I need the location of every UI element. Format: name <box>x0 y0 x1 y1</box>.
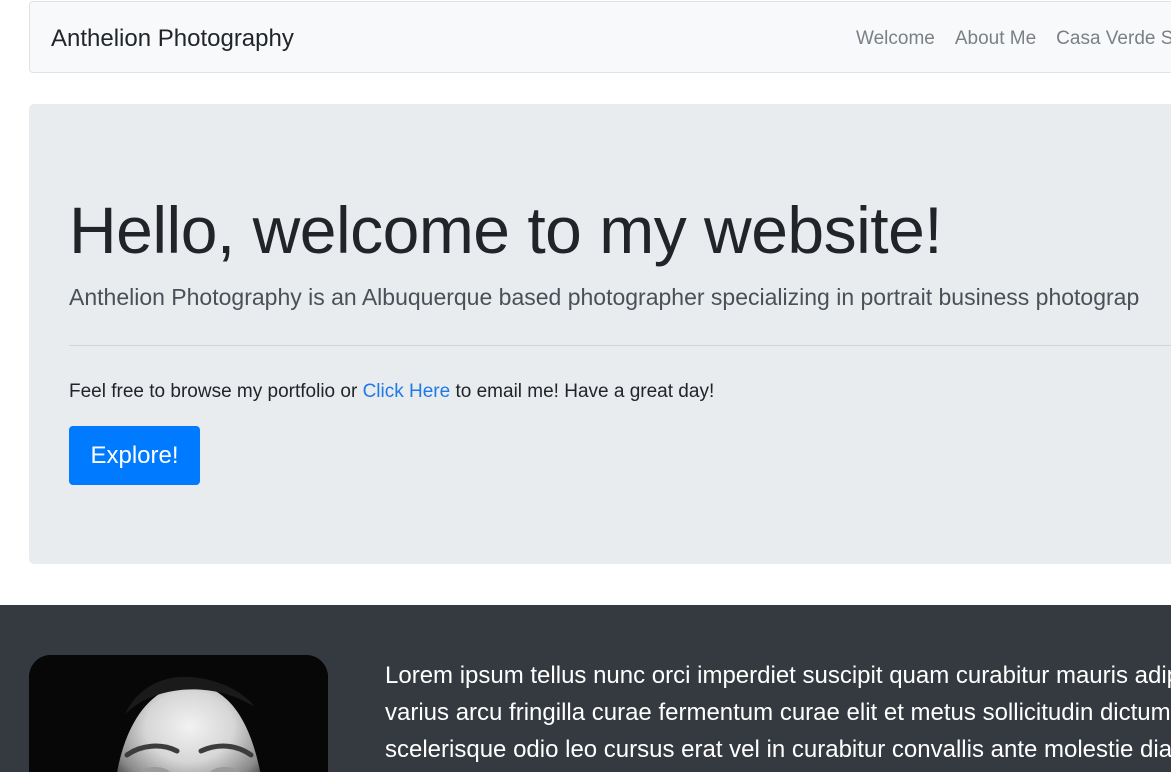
hero-jumbotron: Hello, welcome to my website! Anthelion … <box>29 104 1171 564</box>
about-text-line: Lorem ipsum tellus nunc orci imperdiet s… <box>385 662 1171 689</box>
hero-lead: Anthelion Photography is an Albuquerque … <box>69 284 1140 310</box>
about-text: Lorem ipsum tellus nunc orci imperdiet s… <box>385 657 1171 768</box>
hero-text-before-link: Feel free to browse my portfolio or <box>69 381 363 402</box>
nav-link-about-me[interactable]: About Me <box>955 27 1036 51</box>
about-text-line: scelerisque odio leo cursus erat vel in … <box>385 736 1171 763</box>
email-link[interactable]: Click Here <box>363 381 451 402</box>
explore-button[interactable]: Explore! <box>69 426 200 485</box>
nav-link-welcome[interactable]: Welcome <box>856 27 935 51</box>
about-text-line: varius arcu fringilla curae fermentum cu… <box>385 699 1171 726</box>
hero-body-text: Feel free to browse my portfolio or Clic… <box>69 379 714 405</box>
hero-divider <box>69 345 1171 346</box>
nav-link-casa-verde[interactable]: Casa Verde S <box>1056 27 1171 51</box>
hero-text-after-link: to email me! Have a great day! <box>450 381 715 402</box>
portrait-photo <box>29 655 328 772</box>
navbar-brand[interactable]: Anthelion Photography <box>51 24 294 54</box>
navbar: Anthelion Photography Welcome About Me Cas… <box>29 1 1171 73</box>
navbar-links: Welcome About Me Casa Verde S <box>856 27 1171 51</box>
about-section: Lorem ipsum tellus nunc orci imperdiet s… <box>0 605 1171 772</box>
hero-title: Hello, welcome to my website! <box>69 193 943 267</box>
